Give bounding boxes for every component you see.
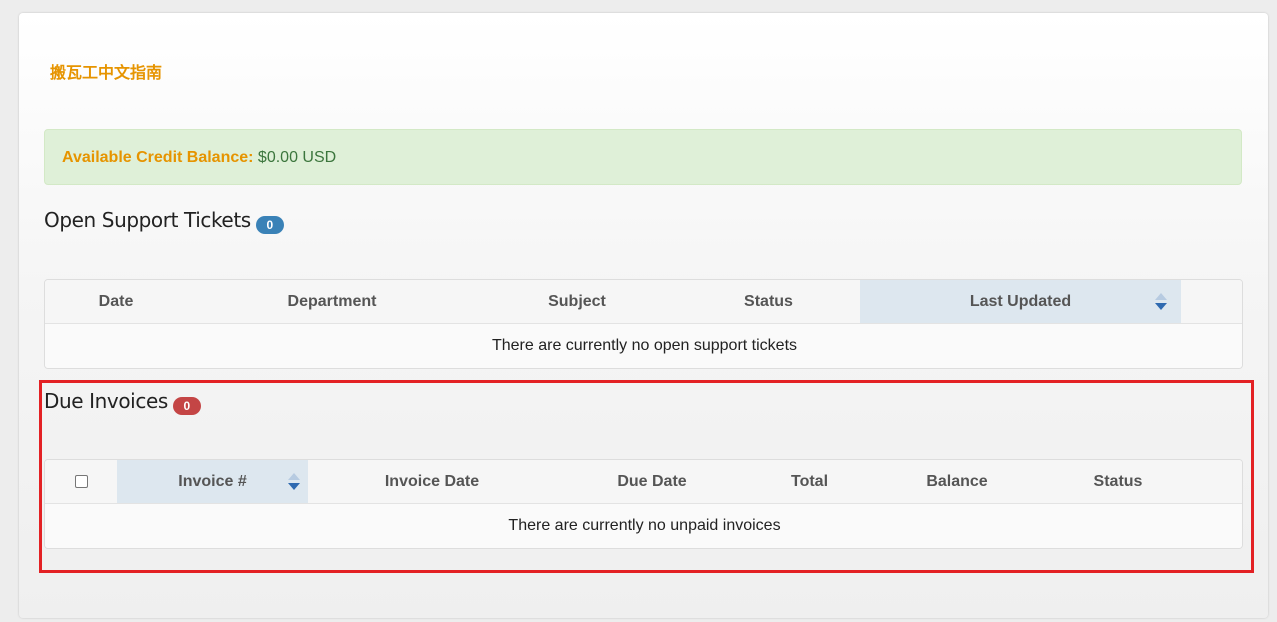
open-tickets-table: Date Department Subject Status Last Upda… [44,279,1243,369]
due-invoices-table: Invoice # Invoice Date Due Date Total Ba… [44,459,1243,549]
tickets-col-last-updated[interactable]: Last Updated [860,280,1181,324]
open-tickets-count-badge: 0 [255,216,284,234]
invoices-empty-row: There are currently no unpaid invoices [45,503,1242,548]
open-tickets-title: Open Support Tickets [44,208,251,232]
credit-balance-label: Available Credit Balance: [62,149,254,166]
invoices-col-invoice-number-label: Invoice # [178,472,247,490]
tickets-col-department[interactable]: Department [187,280,477,324]
due-invoices-count-badge: 0 [172,397,201,415]
tickets-col-last-updated-label: Last Updated [969,292,1072,310]
select-all-checkbox[interactable] [74,475,88,488]
credit-balance-alert: Available Credit Balance: $0.00 USD [44,129,1242,185]
credit-balance-value: $0.00 USD [253,149,337,166]
open-tickets-heading: Open Support Tickets 0 [44,208,284,234]
brand-title-link[interactable]: 搬瓦工中文指南 [50,64,162,84]
tickets-empty-message: There are currently no open support tick… [45,323,1242,368]
tickets-col-date[interactable]: Date [45,280,187,324]
tickets-empty-row: There are currently no open support tick… [45,323,1242,368]
invoices-col-balance[interactable]: Balance [871,460,1043,504]
invoices-col-invoice-number[interactable]: Invoice # [117,460,308,504]
tickets-col-spacer [1181,280,1242,324]
tickets-col-subject[interactable]: Subject [477,280,677,324]
due-invoices-heading: Due Invoices 0 [44,389,201,415]
invoices-col-status[interactable]: Status [1043,460,1193,504]
invoices-col-select [45,460,117,504]
tickets-col-status[interactable]: Status [677,280,860,324]
invoices-empty-message: There are currently no unpaid invoices [45,503,1242,548]
sort-icon [288,473,300,491]
due-invoices-title: Due Invoices [44,389,168,413]
invoices-col-invoice-date[interactable]: Invoice Date [308,460,556,504]
sort-icon [1155,293,1167,311]
tickets-header-row: Date Department Subject Status Last Upda… [45,280,1242,324]
invoices-col-total[interactable]: Total [748,460,871,504]
invoices-col-spacer [1193,460,1242,504]
invoices-header-row: Invoice # Invoice Date Due Date Total Ba… [45,460,1242,504]
credit-balance-text: Available Credit Balance: $0.00 USD [62,148,336,167]
invoices-col-due-date[interactable]: Due Date [556,460,748,504]
